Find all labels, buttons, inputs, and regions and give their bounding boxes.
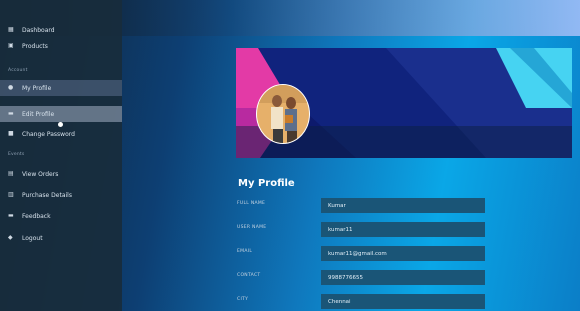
full-name-field[interactable]: Kumar [321, 198, 485, 213]
user-icon: ● [8, 84, 14, 91]
user-name-field[interactable]: kumar11 [321, 222, 485, 237]
email-field[interactable]: kumar11@gmail.com [321, 246, 485, 261]
sidebar-item-view-orders[interactable]: ▤ View Orders [0, 166, 122, 182]
sidebar-section-events: Events [8, 152, 25, 157]
field-label-city: City [237, 297, 249, 302]
receipt-icon: ▥ [8, 191, 14, 198]
city-field[interactable]: Chennai [321, 294, 485, 309]
sidebar-item-products[interactable]: ▣ Products [0, 38, 122, 54]
box-icon: ▣ [8, 42, 14, 49]
grid-icon: ▦ [8, 26, 14, 33]
sidebar: ▦ Dashboard ▣ Products Account ● My Prof… [0, 0, 122, 311]
sidebar-item-dashboard[interactable]: ▦ Dashboard [0, 22, 122, 38]
chat-icon: ▬ [8, 212, 14, 219]
list-icon: ▤ [8, 170, 14, 177]
sidebar-item-edit-profile[interactable]: ▬ Edit Profile [0, 106, 122, 122]
sidebar-section-account: Account [8, 68, 28, 73]
field-label-contact: Contact [237, 273, 261, 278]
sidebar-item-purchase-details[interactable]: ▥ Purchase Details [0, 187, 122, 203]
avatar [255, 83, 311, 145]
logout-icon: ◆ [8, 234, 13, 241]
field-label-user-name: User Name [237, 225, 267, 230]
contact-field[interactable]: 9988776655 [321, 270, 485, 285]
sidebar-item-logout[interactable]: ◆ Logout [0, 230, 122, 246]
sidebar-item-change-password[interactable]: ■ Change Password [0, 126, 122, 142]
field-label-full-name: Full Name [237, 201, 266, 206]
sidebar-item-my-profile[interactable]: ● My Profile [0, 80, 122, 96]
lock-icon: ■ [8, 130, 14, 137]
edit-icon: ▬ [8, 110, 14, 117]
mouse-cursor [58, 122, 63, 127]
page-title: My Profile [238, 178, 295, 189]
field-label-email: Email [237, 249, 253, 254]
sidebar-item-feedback[interactable]: ▬ Feedback [0, 208, 122, 224]
